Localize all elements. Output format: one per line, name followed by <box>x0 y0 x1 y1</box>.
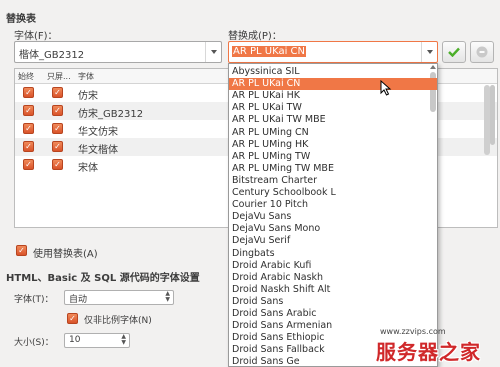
dropdown-item[interactable]: AR PL UKai TW MBE <box>229 114 437 126</box>
chevron-down-icon[interactable] <box>205 42 221 62</box>
watermark-brand: 服务器之家 <box>376 340 481 364</box>
checkmark-icon <box>448 47 460 57</box>
screen-only-checkbox[interactable]: ✓ <box>52 159 63 170</box>
delete-icon <box>476 46 488 58</box>
dropdown-item[interactable]: AR PL UMing TW MBE <box>229 163 437 175</box>
dropdown-item[interactable]: DejaVu Serif <box>229 235 437 247</box>
dropdown-item[interactable]: AR PL UKai CN <box>229 78 437 91</box>
dropdown-item[interactable]: Droid Naskh Shift Alt <box>229 284 437 296</box>
size-spinner[interactable]: 10 ▲ ▼ <box>64 333 130 348</box>
dropdown-item[interactable]: Courier 10 Pitch <box>229 199 437 211</box>
dropdown-item[interactable]: AR PL UMing HK <box>229 139 437 151</box>
source-font-value: 自动 <box>69 295 88 305</box>
chevron-down-icon[interactable] <box>421 42 437 62</box>
source-font-select[interactable]: 自动 ▲ ▼ <box>64 290 174 305</box>
source-font-label: 字体(T)： <box>14 295 54 305</box>
dropdown-item[interactable]: Abyssinica SIL <box>229 66 437 78</box>
panel-scrollbar[interactable] <box>484 85 490 155</box>
size-label: 大小(S)： <box>14 338 54 348</box>
size-value[interactable]: 10 <box>69 335 80 345</box>
apply-button[interactable] <box>442 41 466 63</box>
table-scrollbar[interactable] <box>490 85 495 145</box>
always-checkbox[interactable]: ✓ <box>23 159 34 170</box>
dropdown-item[interactable]: Droid Arabic Kufi <box>229 260 437 272</box>
font-label: 字体(F)： <box>14 31 58 42</box>
always-checkbox[interactable]: ✓ <box>23 87 34 98</box>
header-always[interactable]: 始终 <box>18 71 34 82</box>
updown-icon[interactable]: ▲ ▼ <box>121 334 126 346</box>
proportional-checkbox[interactable]: ✓ <box>67 313 78 324</box>
mouse-cursor-icon <box>380 80 392 96</box>
table-cell-font: 仿宋_GB2312 <box>78 109 144 120</box>
dropdown-item[interactable]: Dingbats <box>229 248 437 260</box>
dropdown-item[interactable]: Droid Sans Arabic <box>229 308 437 320</box>
always-checkbox[interactable]: ✓ <box>23 141 34 152</box>
section-title: 替换表 <box>6 14 36 25</box>
use-table-label[interactable]: 使用替换表(A) <box>33 245 98 260</box>
header-font[interactable]: 字体 <box>78 71 94 82</box>
source-font-section-title: HTML、Basic 及 SQL 源代码的字体设置 <box>6 273 200 284</box>
dropdown-item[interactable]: AR PL UKai HK <box>229 90 437 102</box>
watermark-url: www.zzvips.com <box>380 327 446 336</box>
table-cell-font: 仿宋 <box>78 91 98 102</box>
font-combo[interactable]: 楷体_GB2312 <box>14 41 222 63</box>
table-cell-font: 宋体 <box>78 163 98 174</box>
table-cell-font: 华文仿宋 <box>78 127 118 138</box>
always-checkbox[interactable]: ✓ <box>23 105 34 116</box>
dropdown-item[interactable]: Droid Sans <box>229 296 437 308</box>
delete-button[interactable] <box>470 41 494 63</box>
header-screen-only[interactable]: 只屏... <box>47 71 71 82</box>
dropdown-item[interactable]: AR PL UKai TW <box>229 102 437 114</box>
dropdown-item[interactable]: Century Schoolbook L <box>229 187 437 199</box>
font-combo-value: 楷体_GB2312 <box>19 50 85 61</box>
screen-only-checkbox[interactable]: ✓ <box>52 141 63 152</box>
screen-only-checkbox[interactable]: ✓ <box>52 123 63 134</box>
font-dropdown-list[interactable]: Abyssinica SIL AR PL UKai CN AR PL UKai HK… <box>228 63 438 367</box>
screen-only-checkbox[interactable]: ✓ <box>52 105 63 116</box>
replace-combo-value[interactable]: AR PL UKai CN <box>232 46 306 57</box>
replace-label: 替换成(P)： <box>228 31 282 42</box>
dropdown-item[interactable]: Bitstream Charter <box>229 175 437 187</box>
dropdown-item[interactable]: AR PL UMing TW <box>229 151 437 163</box>
updown-icon[interactable]: ▲ ▼ <box>165 291 170 303</box>
dropdown-item[interactable]: AR PL UMing CN <box>229 127 437 139</box>
dropdown-item[interactable]: DejaVu Sans <box>229 211 437 223</box>
screen-only-checkbox[interactable]: ✓ <box>52 87 63 98</box>
replace-combo[interactable]: AR PL UKai CN <box>228 41 438 63</box>
dropdown-item[interactable]: Droid Arabic Naskh <box>229 272 437 284</box>
proportional-label[interactable]: 仅非比例字体(N) <box>84 313 152 326</box>
use-table-checkbox[interactable]: ✓ <box>16 245 27 256</box>
always-checkbox[interactable]: ✓ <box>23 123 34 134</box>
table-cell-font: 华文楷体 <box>78 145 118 156</box>
dropdown-item[interactable]: DejaVu Sans Mono <box>229 223 437 235</box>
